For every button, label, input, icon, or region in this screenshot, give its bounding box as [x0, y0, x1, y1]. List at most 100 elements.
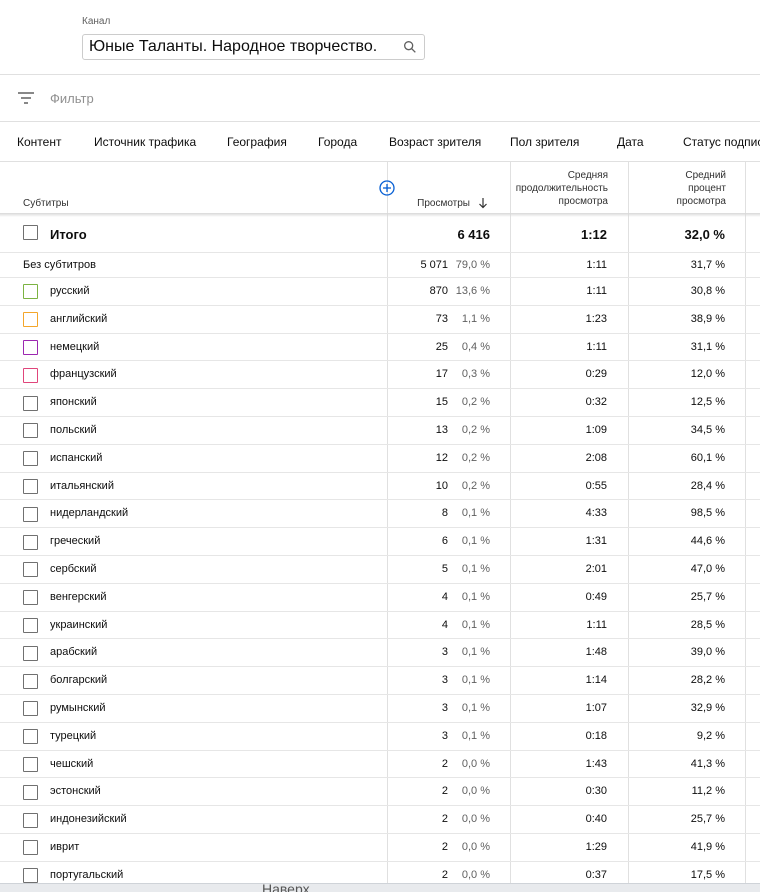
row-avg-percent: 30,8 %	[690, 285, 725, 297]
total-checkbox[interactable]	[23, 225, 38, 240]
row-avg-percent: 28,4 %	[690, 479, 725, 492]
row-views-share: 0,2 %	[461, 479, 490, 492]
row-avg-duration: 2:08	[585, 451, 607, 464]
row-views-share: 0,0 %	[461, 868, 490, 881]
row-avg-duration: 0:37	[585, 868, 607, 881]
arrow-down-icon[interactable]	[478, 197, 488, 209]
tab-item[interactable]: Пол зрителя	[510, 135, 579, 149]
row-checkbox[interactable]	[23, 562, 38, 578]
row-avg-percent: 60,1 %	[690, 451, 725, 464]
header-line: просмотра	[558, 196, 608, 207]
channel-search-field[interactable]: Юные Таланты. Народное творчество.	[82, 34, 425, 60]
tab-item[interactable]: География	[227, 135, 287, 149]
header-subtitles[interactable]: Субтитры	[23, 197, 69, 210]
table-row: французский 17 0,3 % 0:29 12,0 %	[0, 361, 760, 390]
row-views-share: 0,0 %	[461, 757, 490, 770]
tab-item[interactable]: Статус подпис	[683, 135, 760, 149]
total-views: 6 416	[457, 227, 490, 242]
row-views: 4	[441, 618, 448, 631]
row-name: итальянский	[50, 479, 114, 492]
row-name: греческий	[50, 535, 101, 548]
row-views-share: 0,1 %	[461, 646, 490, 659]
row-views: 10	[435, 479, 448, 492]
divider	[0, 121, 760, 122]
row-avg-percent: 11,2 %	[691, 785, 725, 798]
row-checkbox[interactable]	[23, 645, 38, 661]
row-checkbox[interactable]	[23, 812, 38, 828]
row-views: 15	[435, 396, 448, 409]
table-row: арабский 3 0,1 % 1:48 39,0 %	[0, 639, 760, 668]
table-row: румынский 3 0,1 % 1:07 32,9 %	[0, 695, 760, 723]
row-views: 2	[441, 785, 448, 798]
table-row: чешский 2 0,0 % 1:43 41,3 %	[0, 751, 760, 779]
row-checkbox[interactable]	[23, 617, 38, 633]
row-views: 5 071	[420, 259, 448, 271]
row-checkbox[interactable]	[23, 840, 38, 856]
row-avg-duration: 4:33	[585, 507, 607, 520]
row-avg-duration: 0:40	[585, 813, 607, 826]
row-views: 5	[441, 563, 448, 575]
row-avg-duration: 1:23	[585, 312, 607, 325]
row-checkbox[interactable]	[23, 395, 38, 411]
row-avg-percent: 41,3 %	[690, 757, 725, 770]
row-avg-duration: 0:18	[585, 729, 607, 742]
row-checkbox[interactable]	[23, 868, 38, 884]
table-row: Без субтитров 5 071 79,0 % 1:11 31,7 %	[0, 253, 760, 278]
table-row: украинский 4 0,1 % 1:11 28,5 %	[0, 612, 760, 640]
tab-item[interactable]: Дата	[617, 135, 644, 149]
row-views: 17	[435, 368, 448, 381]
header-avg-percent[interactable]: Средний процент просмотра	[628, 169, 726, 208]
filter-input[interactable]: Фильтр	[50, 91, 94, 106]
filter-icon[interactable]	[18, 91, 34, 105]
table-row: индонезийский 2 0,0 % 0:40 25,7 %	[0, 806, 760, 834]
row-checkbox[interactable]	[23, 284, 38, 300]
row-checkbox[interactable]	[23, 423, 38, 439]
row-checkbox[interactable]	[23, 673, 38, 689]
row-name: английский	[50, 312, 108, 325]
row-views: 2	[441, 813, 448, 826]
row-checkbox[interactable]	[23, 367, 38, 383]
row-avg-percent: 38,9 %	[690, 312, 725, 325]
table-row: турецкий 3 0,1 % 0:18 9,2 %	[0, 723, 760, 751]
tab-item[interactable]: Города	[318, 135, 357, 149]
row-avg-percent: 25,7 %	[690, 590, 725, 603]
row-checkbox[interactable]	[23, 339, 38, 355]
header-views[interactable]: Просмотры	[400, 197, 470, 210]
row-views-share: 0,2 %	[461, 424, 490, 436]
row-checkbox[interactable]	[23, 590, 38, 606]
total-avg-duration: 1:12	[580, 227, 607, 242]
row-checkbox[interactable]	[23, 312, 38, 328]
row-checkbox[interactable]	[23, 451, 38, 467]
row-avg-percent: 28,2 %	[690, 674, 725, 687]
row-checkbox[interactable]	[23, 701, 38, 717]
bottom-bar-text: Наверх	[262, 883, 310, 892]
row-checkbox[interactable]	[23, 506, 38, 522]
row-views-share: 0,1 %	[461, 507, 490, 520]
header-avg-duration[interactable]: Средняя продолжительность просмотра	[510, 169, 608, 208]
row-avg-percent: 25,7 %	[690, 813, 725, 826]
row-views-share: 0,0 %	[461, 841, 490, 853]
row-checkbox[interactable]	[23, 729, 38, 745]
row-checkbox[interactable]	[23, 478, 38, 494]
tab-item[interactable]: Возраст зрителя	[389, 135, 481, 149]
filter-bar[interactable]: Фильтр	[18, 88, 94, 108]
row-avg-percent: 32,9 %	[690, 702, 725, 714]
search-icon[interactable]	[402, 39, 418, 55]
row-checkbox[interactable]	[23, 534, 38, 550]
row-views: 3	[441, 729, 448, 742]
row-avg-percent: 44,6 %	[690, 535, 725, 548]
row-avg-duration: 1:31	[585, 535, 607, 548]
tab-item[interactable]: Контент	[17, 135, 61, 149]
row-checkbox[interactable]	[23, 784, 38, 800]
row-avg-duration: 1:43	[585, 757, 607, 770]
bottom-bar: Наверх	[0, 883, 760, 892]
tab-item[interactable]: Источник трафика	[94, 135, 196, 149]
row-views-share: 0,1 %	[461, 702, 490, 714]
row-name: арабский	[50, 646, 98, 659]
row-views: 2	[441, 757, 448, 770]
channel-value[interactable]: Юные Таланты. Народное творчество.	[89, 38, 402, 56]
row-avg-percent: 41,9 %	[690, 841, 725, 853]
row-views: 3	[441, 674, 448, 687]
add-circle-icon[interactable]	[379, 180, 395, 196]
row-checkbox[interactable]	[23, 756, 38, 772]
